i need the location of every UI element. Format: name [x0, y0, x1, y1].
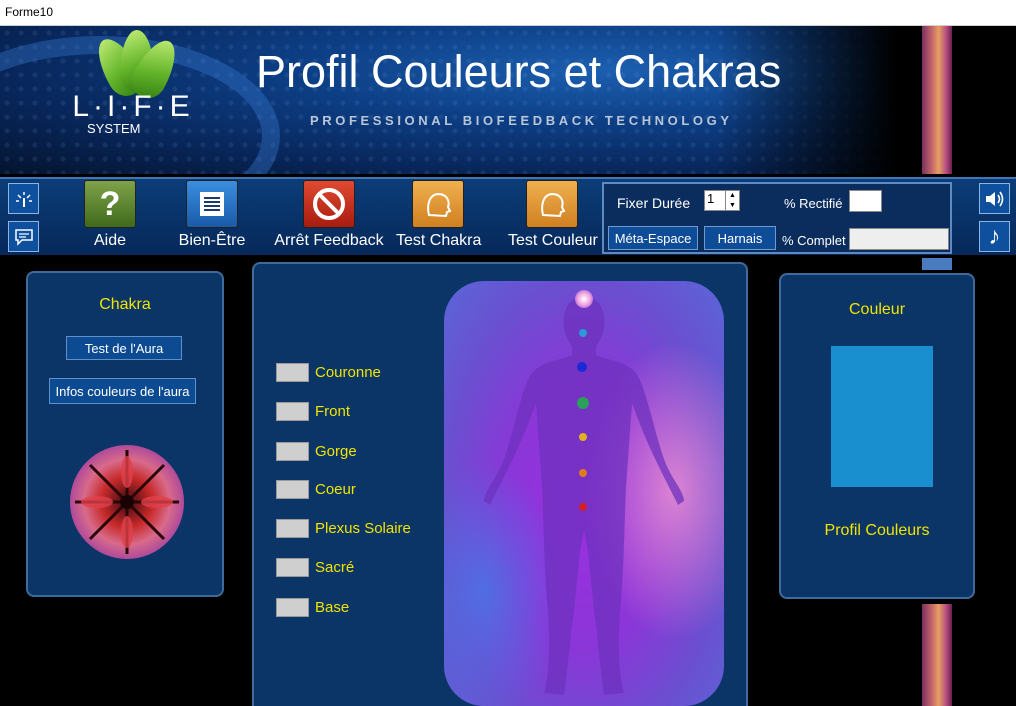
head-icon [412, 180, 464, 228]
test-chakra-button[interactable]: Test Chakra [396, 180, 482, 250]
fixer-duree-label: Fixer Durée [617, 195, 691, 211]
test-chakra-label: Test Chakra [396, 232, 482, 249]
test-couleur-label: Test Couleur [508, 232, 598, 249]
chakra-row-gorge[interactable]: Gorge [276, 441, 357, 461]
side-gradient-bar [922, 26, 952, 174]
chakra-row-front[interactable]: Front [276, 401, 350, 421]
bien-etre-button[interactable]: Bien-Être [178, 180, 246, 250]
aide-button[interactable]: ? Aide [82, 180, 138, 250]
complet-label: % Complet [782, 233, 846, 248]
test-aura-button[interactable]: Test de l'Aura [66, 336, 182, 360]
harnais-button[interactable]: Harnais [704, 226, 776, 250]
chakra-name: Plexus Solaire [315, 519, 411, 537]
spinner-arrows[interactable]: ▲ ▼ [725, 191, 739, 210]
sacre-chakra-icon [579, 469, 587, 477]
arret-feedback-button[interactable]: Arrêt Feedback [274, 180, 384, 250]
chakra-row-base[interactable]: Base [276, 597, 349, 617]
chakra-swatch [276, 557, 309, 577]
chakra-swatch [276, 362, 309, 382]
list-icon [186, 180, 238, 228]
speaker-button[interactable] [979, 183, 1010, 214]
page-title: Profil Couleurs et Chakras [256, 46, 782, 97]
chakra-mandala-image [65, 442, 189, 562]
rectifie-field[interactable] [849, 190, 882, 212]
front-chakra-icon [579, 329, 587, 337]
window-titlebar: Forme10 [0, 0, 1016, 26]
signal-button[interactable] [8, 183, 39, 214]
chat-button[interactable] [8, 221, 39, 252]
chakra-swatch [276, 518, 309, 538]
coeur-chakra-icon [577, 397, 589, 409]
logo-text: L·I·F·E [72, 90, 194, 123]
music-button[interactable]: ♪ [979, 221, 1010, 252]
music-note-icon: ♪ [988, 222, 1001, 250]
speaker-icon [985, 191, 1003, 206]
arret-feedback-label: Arrêt Feedback [274, 232, 384, 249]
question-icon: ? [84, 180, 136, 228]
side-gradient-bar [922, 604, 952, 706]
stop-icon [303, 180, 355, 228]
chevron-up-icon[interactable]: ▲ [726, 191, 739, 201]
chakra-name: Sacré [315, 558, 355, 576]
chakra-swatch [276, 479, 309, 499]
chakra-name: Coeur [315, 480, 356, 498]
profil-couleurs-label: Profil Couleurs [824, 522, 930, 539]
chakra-row-sacre[interactable]: Sacré [276, 557, 354, 577]
fixer-duree-spinner[interactable]: 1 ▲ ▼ [704, 190, 740, 211]
fixer-duree-value: 1 [705, 191, 725, 210]
chakra-panel: Chakra Test de l'Aura Infos couleurs de … [26, 271, 224, 597]
couleur-panel-title: Couleur [848, 301, 906, 318]
side-gradient-bar [922, 258, 952, 270]
chakra-panel-title: Chakra [99, 296, 151, 313]
plexus-chakra-icon [579, 433, 587, 441]
chakra-name: Couronne [315, 363, 381, 381]
chakra-swatch [276, 597, 309, 617]
window-title: Forme10 [5, 5, 54, 19]
signal-icon [15, 191, 32, 207]
chakra-name: Base [315, 598, 350, 616]
chakra-row-plexus-solaire[interactable]: Plexus Solaire [276, 518, 411, 538]
bien-etre-label: Bien-Être [178, 232, 246, 249]
logo-subtext: SYSTEM [87, 121, 141, 136]
meta-espace-button[interactable]: Méta-Espace [608, 226, 698, 250]
chakra-name: Front [315, 402, 351, 420]
page-subtitle: PROFESSIONAL BIOFEEDBACK TECHNOLOGY [310, 113, 733, 128]
infos-couleurs-button[interactable]: Infos couleurs de l'aura [49, 378, 196, 404]
chakra-swatch [276, 441, 309, 461]
chakra-row-coeur[interactable]: Coeur [276, 479, 356, 499]
complet-field[interactable] [849, 228, 949, 250]
color-swatch [831, 346, 933, 487]
chat-icon [14, 228, 33, 246]
body-silhouette-card [444, 281, 724, 706]
test-couleur-button[interactable]: Test Couleur [508, 180, 598, 250]
couronne-chakra-icon [575, 290, 593, 308]
settings-group: Fixer Durée 1 ▲ ▼ % Rectifié Méta-Espace… [602, 182, 952, 254]
head-icon [526, 180, 578, 228]
gorge-chakra-icon [577, 362, 587, 372]
chakra-name: Gorge [315, 442, 357, 460]
chakra-row-couronne[interactable]: Couronne [276, 362, 381, 382]
base-chakra-icon [579, 503, 587, 511]
body-silhouette-icon [484, 297, 684, 695]
chakra-swatch [276, 401, 309, 421]
header-banner: L·I·F·E SYSTEM Profil Couleurs et Chakra… [0, 26, 1016, 174]
rectifie-label: % Rectifié [784, 196, 843, 211]
aide-label: Aide [93, 232, 127, 249]
chevron-down-icon[interactable]: ▼ [726, 201, 739, 211]
